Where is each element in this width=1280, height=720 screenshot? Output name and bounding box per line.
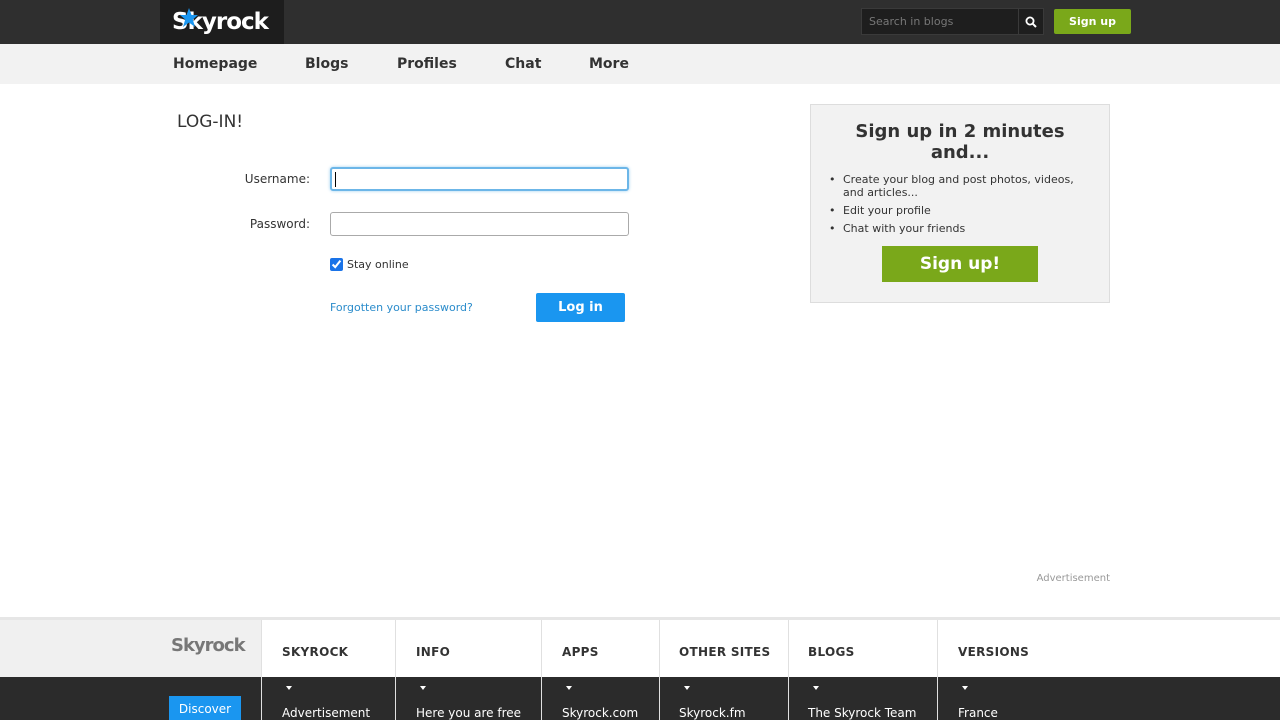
list-item: Create your blog and post photos, videos… bbox=[829, 173, 1091, 199]
username-field[interactable] bbox=[330, 167, 629, 191]
footer-heading-blogs[interactable]: BLOGS bbox=[808, 645, 855, 659]
forgot-password-link[interactable]: Forgotten your password? bbox=[330, 301, 473, 314]
nav-item-homepage[interactable]: Homepage bbox=[173, 56, 257, 72]
footer-link-skyrock-team[interactable]: The Skyrock Team bbox=[808, 706, 916, 720]
footer-logo[interactable]: Skyrock bbox=[171, 635, 246, 656]
footer-column-divider bbox=[261, 620, 262, 720]
login-button[interactable]: Log in bbox=[536, 293, 625, 322]
footer-heading-apps[interactable]: APPS bbox=[562, 645, 599, 659]
caret-down-icon bbox=[566, 686, 572, 690]
login-title: LOG-IN! bbox=[177, 112, 244, 132]
signup-panel-title: Sign up in 2 minutes and... bbox=[855, 121, 1065, 163]
signup-panel-button[interactable]: Sign up! bbox=[882, 246, 1038, 282]
caret-down-icon bbox=[813, 686, 819, 690]
footer-heading-other-sites[interactable]: OTHER SITES bbox=[679, 645, 770, 659]
footer-column-divider bbox=[541, 620, 542, 720]
signup-panel: Sign up in 2 minutes and... Create your … bbox=[810, 104, 1110, 303]
feature-list: Create your blog and post photos, videos… bbox=[829, 173, 1091, 240]
nav-item-chat[interactable]: Chat bbox=[505, 56, 541, 72]
footer-link-advertisement[interactable]: Advertisement bbox=[282, 706, 370, 720]
nav-item-more[interactable]: More bbox=[589, 56, 629, 72]
stay-online-option[interactable]: Stay online bbox=[330, 258, 409, 271]
footer-link-skyrock-fm[interactable]: Skyrock.fm bbox=[679, 706, 746, 720]
footer-link-here-you-are-free[interactable]: Here you are free bbox=[416, 706, 521, 720]
signup-button[interactable]: Sign up bbox=[1054, 9, 1131, 34]
caret-down-icon bbox=[962, 686, 968, 690]
search-icon bbox=[1025, 16, 1037, 28]
list-item: Edit your profile bbox=[829, 204, 1091, 217]
star-icon bbox=[180, 8, 198, 27]
footer-link-skyrock-com[interactable]: Skyrock.com bbox=[562, 706, 638, 720]
caret-down-icon bbox=[684, 686, 690, 690]
password-field[interactable] bbox=[330, 212, 629, 236]
logo-container[interactable]: Skyrock bbox=[160, 0, 284, 44]
stay-online-label: Stay online bbox=[347, 258, 409, 271]
footer-heading-versions[interactable]: VERSIONS bbox=[958, 645, 1029, 659]
footer-heading-info[interactable]: INFO bbox=[416, 645, 450, 659]
advertisement-label: Advertisement bbox=[1036, 573, 1110, 584]
footer-column-divider bbox=[937, 620, 938, 720]
top-bar: Skyrock Sign up bbox=[0, 0, 1280, 44]
main-nav: Homepage Blogs Profiles Chat More bbox=[0, 44, 1280, 84]
discover-button[interactable]: Discover bbox=[169, 696, 241, 720]
username-label: Username: bbox=[244, 172, 310, 186]
password-label: Password: bbox=[249, 217, 310, 231]
nav-item-profiles[interactable]: Profiles bbox=[397, 56, 457, 72]
search-input[interactable] bbox=[862, 9, 1017, 34]
stay-online-checkbox[interactable] bbox=[330, 258, 343, 271]
text-cursor bbox=[335, 172, 336, 187]
caret-down-icon bbox=[420, 686, 426, 690]
caret-down-icon bbox=[286, 686, 292, 690]
footer-heading-skyrock[interactable]: SKYROCK bbox=[282, 645, 348, 659]
search-button[interactable] bbox=[1018, 9, 1043, 34]
footer-column-divider bbox=[788, 620, 789, 720]
footer-column-divider bbox=[395, 620, 396, 720]
nav-item-blogs[interactable]: Blogs bbox=[305, 56, 348, 72]
search-box bbox=[861, 8, 1044, 35]
list-item: Chat with your friends bbox=[829, 222, 1091, 235]
footer-column-divider bbox=[659, 620, 660, 720]
footer-link-france[interactable]: France bbox=[958, 706, 998, 720]
